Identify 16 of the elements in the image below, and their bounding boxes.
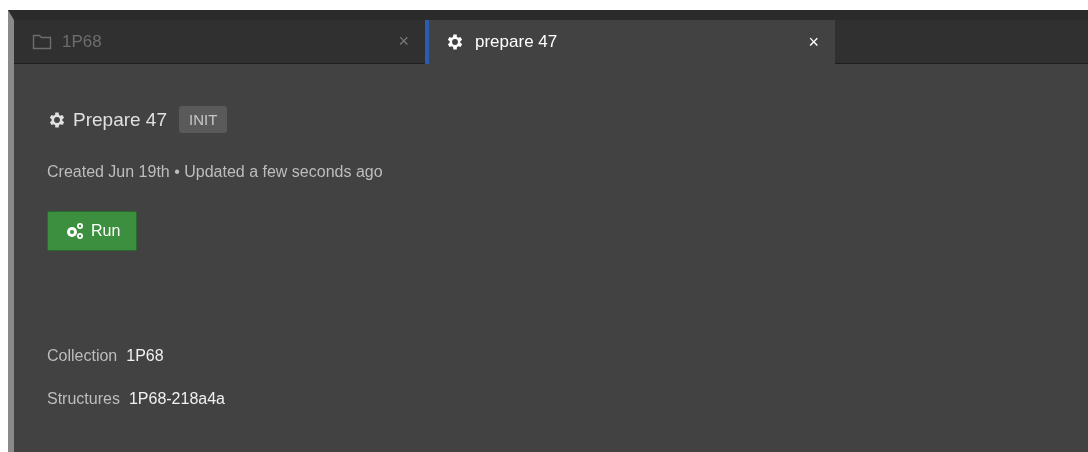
- tab-label: prepare 47: [475, 32, 559, 52]
- tab-label: 1P68: [62, 31, 103, 52]
- property-value: 1P68: [126, 347, 164, 365]
- close-icon[interactable]: ×: [808, 31, 819, 53]
- property-label: Structures: [47, 390, 120, 408]
- property-value: 1P68-218a4a: [128, 390, 225, 408]
- gears-icon: [64, 221, 86, 241]
- status-badge: INIT: [179, 106, 228, 133]
- gear-icon: [445, 32, 465, 52]
- timestamps-text: Created Jun 19th • Updated a few seconds ago: [47, 163, 384, 181]
- run-button[interactable]: Run: [47, 211, 138, 251]
- page-title: Prepare 47: [73, 108, 167, 131]
- tab[interactable]: prepare 47 ×: [425, 20, 835, 64]
- close-icon[interactable]: ×: [398, 31, 409, 52]
- folder-icon: [32, 32, 52, 51]
- property-label: Collection: [47, 347, 118, 365]
